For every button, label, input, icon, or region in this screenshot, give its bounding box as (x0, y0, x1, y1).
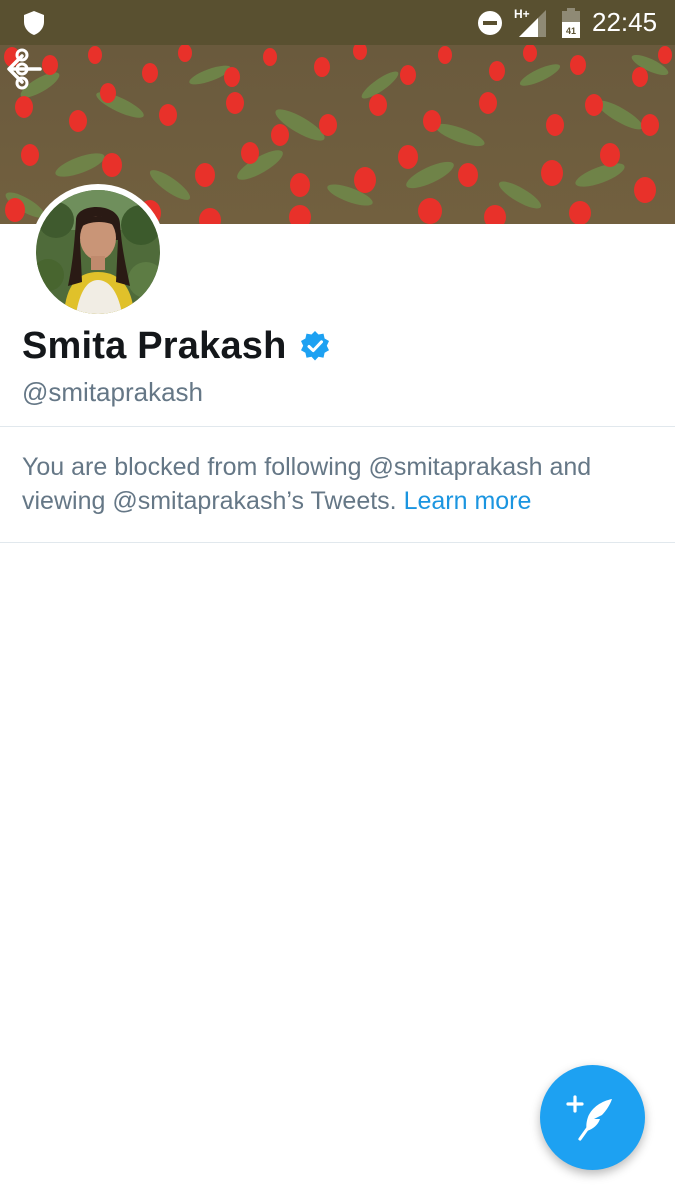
svg-text:41: 41 (566, 26, 576, 36)
avatar-photo (36, 190, 160, 314)
battery-icon: 41 (562, 8, 580, 38)
svg-text:H+: H+ (514, 7, 530, 21)
compose-tweet-icon (566, 1095, 612, 1141)
clock: 22:45 (592, 7, 658, 37)
verified-badge-icon (300, 331, 329, 361)
display-name: Smita Prakash (22, 324, 287, 367)
more-options-icon[interactable] (0, 45, 44, 93)
shield-icon (24, 11, 44, 35)
name-row: Smita Prakash (22, 318, 331, 374)
signal-icon: H+ (514, 7, 546, 37)
user-handle: @smitaprakash (22, 377, 204, 407)
learn-more-link[interactable]: Learn more (404, 487, 532, 515)
compose-tweet-button[interactable] (540, 1065, 645, 1170)
do-not-disturb-icon (478, 11, 502, 35)
divider (0, 542, 675, 543)
divider (0, 426, 675, 427)
avatar[interactable] (30, 184, 166, 320)
status-bar: H+ 41 22:45 (0, 0, 675, 45)
blocked-message: You are blocked from following @smitapra… (22, 450, 652, 518)
